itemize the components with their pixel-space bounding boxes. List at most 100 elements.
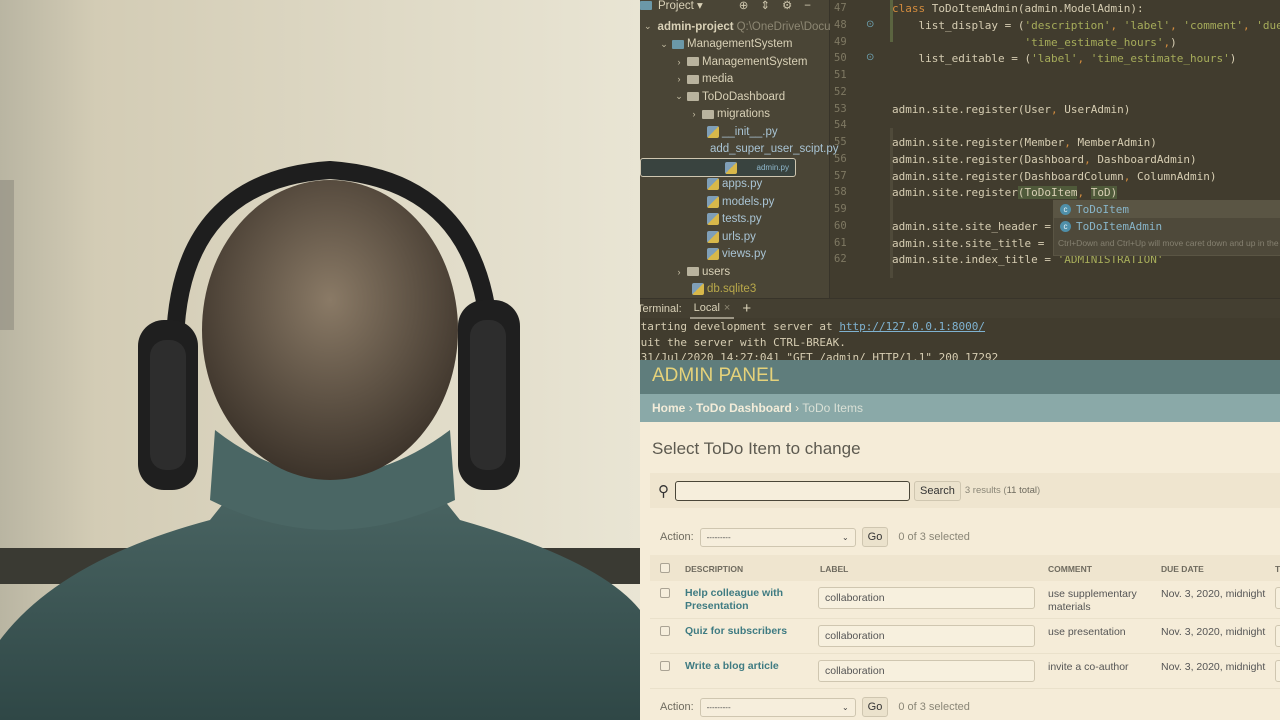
column-header[interactable]: T [1275, 563, 1280, 576]
row-checkbox[interactable] [660, 661, 670, 671]
label-input[interactable]: collaboration [818, 587, 1035, 609]
code-token: admin.site.register(Dashboard [892, 152, 1085, 166]
code-token: admin.site.site_title = [892, 236, 1051, 250]
chevron-down-icon[interactable]: ⌄ [674, 91, 684, 102]
table-header: DESCRIPTION LABEL COMMENT DUE DATE T [650, 555, 1280, 581]
time-estimate-input[interactable] [1275, 660, 1280, 682]
column-header[interactable]: DESCRIPTION [685, 563, 743, 576]
tree-node[interactable]: › ManagementSystem [640, 53, 830, 70]
description-link[interactable]: Write a blog article [685, 660, 779, 672]
code-token: admin.site.index_title = [892, 253, 1058, 267]
go-button[interactable]: Go [861, 527, 889, 547]
description-link[interactable]: Help colleague with Presentation [685, 587, 783, 612]
line-number: 55 [834, 136, 847, 148]
code-line: admin.site.register(Dashboard, Dashboard… [892, 153, 1197, 166]
results-count: 3 results (11 total) [964, 485, 1041, 496]
code-line: admin.site.register(User, UserAdmin) [892, 103, 1130, 116]
tree-node-label: db.sqlite3 [707, 283, 757, 295]
tree-node[interactable]: models.py [640, 193, 830, 210]
tree-node-label: media [702, 73, 734, 85]
tree-node[interactable]: ⌄ ToDoDashboard [640, 88, 830, 105]
comment-cell: invite a co-author [1048, 661, 1129, 673]
tree-node[interactable]: ⌄ admin-project Q:\OneDrive\Docu [640, 18, 831, 35]
column-header[interactable]: COMMENT [1048, 563, 1092, 576]
code-token: ) [1229, 52, 1237, 66]
tree-node[interactable]: __init__.py [640, 123, 830, 140]
action-select[interactable]: --------- ⌄ [699, 527, 856, 547]
folder-icon [687, 57, 699, 66]
time-estimate-input[interactable] [1275, 587, 1280, 609]
terminal-line: Starting development server at [640, 320, 840, 333]
go-button[interactable]: Go [861, 697, 889, 717]
breadcrumb-home[interactable]: Home [652, 401, 685, 415]
chevron-down-icon[interactable]: ⌄ [644, 21, 652, 32]
tree-node-path: Q:\OneDrive\Docu [736, 20, 831, 33]
server-link[interactable]: http://127.0.0.1:8000/ [839, 320, 985, 333]
code-token: MemberAdmin) [1077, 136, 1157, 149]
tree-node[interactable]: tests.py [640, 211, 830, 228]
python-file-icon [707, 248, 719, 260]
column-header[interactable]: DUE DATE [1161, 563, 1204, 576]
row-checkbox[interactable] [660, 626, 670, 636]
description-link[interactable]: Quiz for subscribers [685, 625, 787, 637]
class-icon: c [1060, 221, 1071, 232]
code-token: ToD) [1090, 186, 1118, 200]
project-dropdown[interactable]: Project ▾ [658, 0, 703, 12]
search-input[interactable] [675, 480, 910, 501]
tree-node[interactable]: › migrations [640, 106, 830, 123]
chevron-down-icon: ⌄ [841, 532, 849, 542]
breadcrumb-current: ToDo Items [802, 401, 863, 415]
action-select[interactable]: --------- ⌄ [699, 697, 856, 717]
tree-node[interactable]: ⌄ ManagementSystem [640, 36, 830, 53]
code-line: admin.site.site_title = 'S [892, 237, 1064, 250]
completion-item[interactable]: c ToDoItem [1054, 201, 1280, 218]
code-token: 'comment' [1183, 18, 1244, 32]
tree-node[interactable]: views.py [640, 246, 830, 263]
tree-node-label: ToDoDashboard [702, 90, 786, 103]
line-number: 52 [834, 85, 847, 98]
close-icon[interactable]: × [724, 302, 730, 314]
code-token: admin.site.register(DashboardColumn [892, 169, 1124, 183]
breadcrumb-app[interactable]: ToDo Dashboard [696, 401, 792, 415]
select-all-checkbox[interactable] [660, 563, 670, 573]
override-marker-icon[interactable]: ⊙ [866, 52, 874, 63]
code-line: admin.site.register(DashboardColumn, Col… [892, 170, 1217, 183]
project-tree: Project ▾ ⊕⇕⚙− ⌄ admin-project Q:\OneDrive… [640, 0, 839, 298]
terminal-tab-local[interactable]: Local × [689, 299, 735, 319]
tree-node[interactable]: admin.py [640, 158, 796, 177]
total-link[interactable]: 11 total [1007, 485, 1037, 496]
completion-item[interactable]: c ToDoItemAdmin [1054, 218, 1280, 235]
chevron-right-icon[interactable]: › [674, 74, 684, 84]
code-token: 'label' [1031, 52, 1078, 66]
column-header[interactable]: LABEL [820, 563, 848, 576]
code-token: ColumnAdmin) [1137, 169, 1217, 183]
chevron-right-icon[interactable]: › [674, 57, 684, 67]
row-checkbox[interactable] [660, 588, 670, 598]
line-number: 57 [834, 169, 847, 182]
description-cell: Write a blog article [685, 660, 805, 673]
time-estimate-input[interactable] [1275, 625, 1280, 647]
search-button[interactable]: Search [914, 480, 961, 501]
label-input[interactable]: collaboration [818, 660, 1035, 682]
code-token: admin.site.register [892, 186, 1018, 200]
tree-node-label: urls.py [722, 230, 756, 243]
tree-node[interactable]: db.sqlite3 [640, 281, 830, 298]
chevron-down-icon[interactable]: ⌄ [659, 39, 669, 50]
line-number: 58 [834, 186, 847, 199]
tree-node[interactable]: › media [640, 71, 830, 88]
chevron-right-icon[interactable]: › [674, 267, 684, 277]
tree-node[interactable]: urls.py [640, 228, 830, 245]
label-input[interactable]: collaboration [818, 625, 1035, 647]
tree-node[interactable]: › users [640, 263, 830, 280]
tree-node-label: ManagementSystem [687, 38, 793, 50]
override-marker-icon[interactable]: ⊙ [866, 19, 874, 30]
description-cell: Quiz for subscribers [685, 625, 805, 638]
chevron-right-icon[interactable]: › [689, 109, 699, 119]
project-tool-icons[interactable]: ⊕⇕⚙− [739, 0, 823, 12]
tree-node[interactable]: add_super_user_scipt.py [640, 141, 839, 158]
tree-node[interactable]: apps.py [640, 176, 830, 193]
search-bar: ⚲ Search 3 results (11 total) [650, 473, 1280, 508]
add-terminal-icon[interactable]: + [742, 300, 751, 317]
code-token: , [1077, 186, 1091, 200]
python-file-icon [707, 125, 719, 138]
